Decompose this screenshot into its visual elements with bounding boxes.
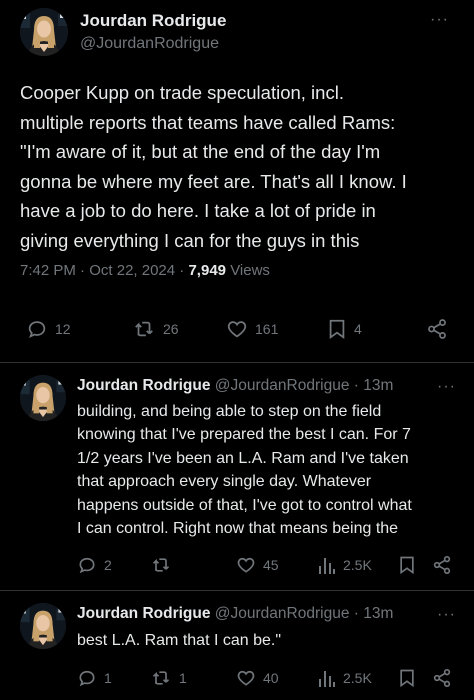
views-count: 7,949: [188, 262, 227, 279]
author-handle[interactable]: @JourdanRodrigue: [215, 377, 350, 394]
views-label: Views: [230, 262, 270, 279]
repost-count: 1: [179, 670, 187, 686]
reply-header: Jourdan Rodrigue @JourdanRodrigue · 13m: [77, 377, 393, 395]
tweet-time[interactable]: 13m: [363, 605, 393, 622]
like-button[interactable]: 40: [236, 668, 279, 688]
reply-icon: [79, 557, 95, 574]
avatar[interactable]: [20, 603, 66, 649]
share-button[interactable]: [426, 318, 448, 340]
tweet-time[interactable]: 7:42 PM: [20, 262, 76, 279]
like-count: 40: [263, 670, 279, 686]
reply-count: 2: [104, 557, 112, 573]
more-options-icon[interactable]: ···: [430, 12, 449, 28]
repost-count: 26: [163, 321, 179, 337]
tweet-meta: 7:42 PM · Oct 22, 2024 · 7,949 Views: [20, 262, 270, 279]
meta-separator: ·: [179, 262, 185, 279]
like-button[interactable]: 45: [236, 555, 279, 575]
bookmark-icon: [329, 319, 345, 339]
meta-separator: ·: [80, 262, 86, 279]
author-name[interactable]: Jourdan Rodrigue: [77, 605, 210, 622]
heart-icon: [237, 557, 255, 573]
share-button[interactable]: [432, 668, 452, 688]
tweet-date[interactable]: Oct 22, 2024: [89, 262, 175, 279]
tweet-time[interactable]: 13m: [363, 377, 393, 394]
like-count: 45: [263, 557, 279, 573]
meta-separator: ·: [353, 377, 359, 394]
reply-tweet[interactable]: Jourdan Rodrigue @JourdanRodrigue · 13m …: [0, 363, 474, 590]
meta-separator: ·: [353, 605, 359, 622]
heart-icon: [227, 321, 247, 338]
repost-button[interactable]: 1: [150, 668, 187, 688]
view-count: 2.5K: [343, 557, 372, 573]
repost-icon: [152, 558, 170, 572]
reply-icon: [28, 321, 46, 339]
bookmark-count: 4: [354, 321, 362, 337]
share-icon: [428, 319, 446, 339]
repost-button[interactable]: 26: [132, 318, 179, 340]
author-name[interactable]: Jourdan Rodrigue: [77, 377, 210, 394]
more-options-icon[interactable]: ···: [437, 607, 456, 623]
more-options-icon[interactable]: ···: [437, 379, 456, 395]
reply-button[interactable]: 12: [26, 318, 71, 340]
share-icon: [433, 669, 451, 688]
repost-icon: [152, 671, 170, 685]
tweet-text: best L.A. Ram that I can be.": [77, 632, 282, 649]
avatar[interactable]: [20, 8, 68, 56]
tweet-text: Cooper Kupp on trade speculation, incl. …: [20, 82, 407, 251]
reply-count: 1: [104, 670, 112, 686]
like-button[interactable]: 161: [226, 318, 278, 340]
analytics-icon: [319, 558, 335, 574]
bookmark-icon: [400, 669, 414, 688]
reply-tweet[interactable]: Jourdan Rodrigue @JourdanRodrigue · 13m …: [0, 591, 474, 700]
author-name[interactable]: Jourdan Rodrigue: [80, 11, 226, 31]
bookmark-button[interactable]: [398, 555, 416, 575]
reply-count: 12: [55, 321, 71, 337]
reply-button[interactable]: 1: [77, 668, 112, 688]
avatar[interactable]: [20, 375, 66, 421]
bookmark-icon: [400, 556, 414, 575]
share-button[interactable]: [432, 555, 452, 575]
repost-button[interactable]: [150, 555, 179, 575]
main-tweet: Jourdan Rodrigue @JourdanRodrigue ··· Co…: [0, 0, 474, 362]
views-button[interactable]: 2.5K: [318, 555, 372, 575]
bookmark-button[interactable]: [398, 668, 416, 688]
reply-button[interactable]: 2: [77, 555, 112, 575]
author-handle[interactable]: @JourdanRodrigue: [215, 605, 350, 622]
view-count: 2.5K: [343, 670, 372, 686]
share-icon: [433, 556, 451, 575]
reply-header: Jourdan Rodrigue @JourdanRodrigue · 13m: [77, 605, 393, 623]
views-button[interactable]: 2.5K: [318, 668, 372, 688]
bookmark-button[interactable]: 4: [327, 318, 362, 340]
tweet-text: building, and being able to step on the …: [77, 403, 412, 538]
heart-icon: [237, 670, 255, 686]
analytics-icon: [319, 671, 335, 687]
author-handle[interactable]: @JourdanRodrigue: [80, 35, 219, 53]
reply-icon: [79, 670, 95, 687]
repost-icon: [135, 321, 153, 337]
like-count: 161: [255, 321, 279, 337]
